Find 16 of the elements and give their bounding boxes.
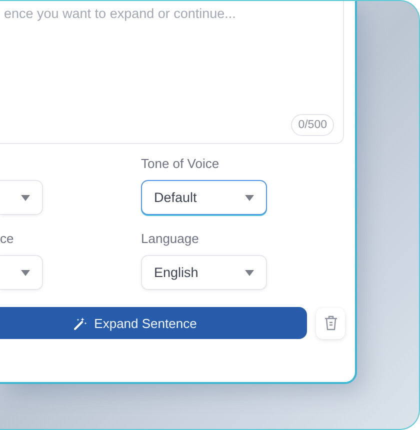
field-label: ce <box>0 231 15 247</box>
dropdown[interactable]: English <box>141 255 267 290</box>
character-counter: 0/500 <box>291 114 334 136</box>
dropdown[interactable] <box>0 180 43 215</box>
caret-icon <box>245 270 254 276</box>
delete-button[interactable] <box>316 308 345 338</box>
caret-icon <box>21 270 30 276</box>
trash-icon <box>324 315 338 331</box>
caret-icon <box>21 194 30 200</box>
caret-icon <box>245 194 254 200</box>
dropdown[interactable]: Default <box>141 180 267 215</box>
field-label: Language <box>141 231 200 247</box>
field-label: Tone of Voice <box>141 156 220 172</box>
dropdown[interactable] <box>0 255 43 290</box>
magic-wand-icon <box>74 316 88 330</box>
expand-sentence-button[interactable]: Expand Sentence <box>0 307 307 339</box>
